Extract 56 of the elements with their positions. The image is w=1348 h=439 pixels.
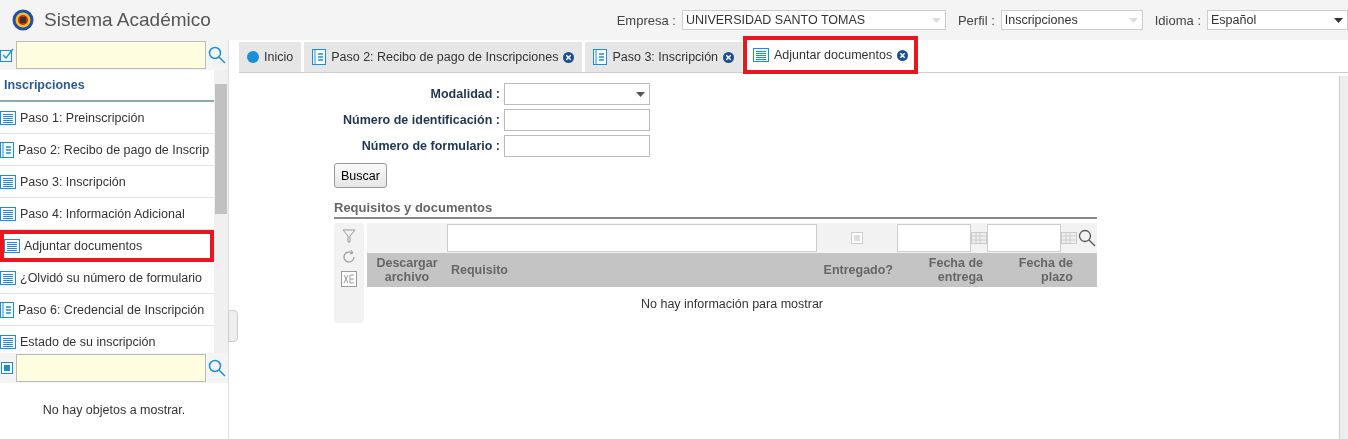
sidebar-item[interactable]: Adjuntar documentos xyxy=(0,230,214,262)
collapse-handle[interactable] xyxy=(228,310,238,342)
header-cell xyxy=(1077,253,1097,287)
app-title: Sistema Académico xyxy=(44,9,211,31)
sidebar-item[interactable]: Paso 2: Recibo de pago de Inscrip xyxy=(0,134,214,166)
field-label: Número de formulario : xyxy=(360,139,501,153)
stop-icon[interactable] xyxy=(0,361,14,375)
checkbox-icon[interactable] xyxy=(851,232,863,244)
date-field[interactable] xyxy=(987,224,1061,252)
checkbox-icon[interactable] xyxy=(0,48,14,62)
calendar-icon[interactable] xyxy=(971,232,987,244)
excel-icon[interactable] xyxy=(341,271,357,287)
field-label: Modalidad : xyxy=(429,87,501,101)
list-icon xyxy=(753,48,770,62)
tab[interactable]: Paso 2: Recibo de pago de Inscripciones xyxy=(304,42,583,72)
search-button[interactable]: Buscar xyxy=(334,163,387,188)
section-title: Requisitos y documentos xyxy=(334,200,1097,219)
empty-message: No hay información para mostrar xyxy=(640,296,824,311)
filter-clear-icon[interactable] xyxy=(342,229,356,243)
sidebar-item[interactable]: ¿Olvidó su número de formulario xyxy=(0,262,214,294)
field-label: Número de identificación : xyxy=(342,113,501,127)
scrollbar[interactable] xyxy=(214,70,228,353)
document-icon xyxy=(312,49,327,65)
empty-message: No hay objetos a mostrar. xyxy=(41,403,187,417)
sidebar-item[interactable]: Paso 1: Preinscripción xyxy=(0,102,214,134)
search-icon[interactable] xyxy=(208,46,226,64)
list-icon xyxy=(4,238,20,253)
tab[interactable]: Inicio xyxy=(239,42,302,72)
input-field[interactable] xyxy=(504,109,650,131)
logo-icon xyxy=(12,9,34,31)
filter-field[interactable] xyxy=(447,224,817,252)
search-icon[interactable] xyxy=(208,359,226,377)
search-field[interactable] xyxy=(16,41,206,69)
tab[interactable]: Paso 3: Inscripción xyxy=(585,42,743,72)
input-field[interactable] xyxy=(504,135,650,157)
selector-label: Idioma : xyxy=(1154,12,1201,28)
selector-label: Perfil : xyxy=(957,12,995,28)
search-field[interactable] xyxy=(16,354,206,382)
caret-icon xyxy=(636,92,645,97)
scrollbar-thumb[interactable] xyxy=(215,84,227,214)
close-icon[interactable] xyxy=(897,49,909,61)
date-field[interactable] xyxy=(897,224,971,252)
sidebar-item[interactable]: Paso 3: Inscripción xyxy=(0,166,214,198)
sidebar-item[interactable]: Paso 6: Credencial de Inscripción xyxy=(0,294,214,326)
tab[interactable]: Adjuntar documentos xyxy=(745,38,917,72)
close-icon[interactable] xyxy=(723,51,735,63)
document-icon xyxy=(593,49,608,65)
refresh-icon[interactable] xyxy=(341,249,357,265)
search-icon[interactable] xyxy=(1078,229,1096,247)
dropdown[interactable] xyxy=(504,83,650,105)
circle-icon xyxy=(247,51,259,63)
selector-label: Empresa : xyxy=(616,12,676,28)
dropdown[interactable]: Español xyxy=(1207,10,1348,30)
close-icon[interactable] xyxy=(563,51,575,63)
sidebar-item[interactable]: Paso 4: Información Adicional xyxy=(0,198,214,230)
scrollbar[interactable] xyxy=(1339,76,1348,439)
